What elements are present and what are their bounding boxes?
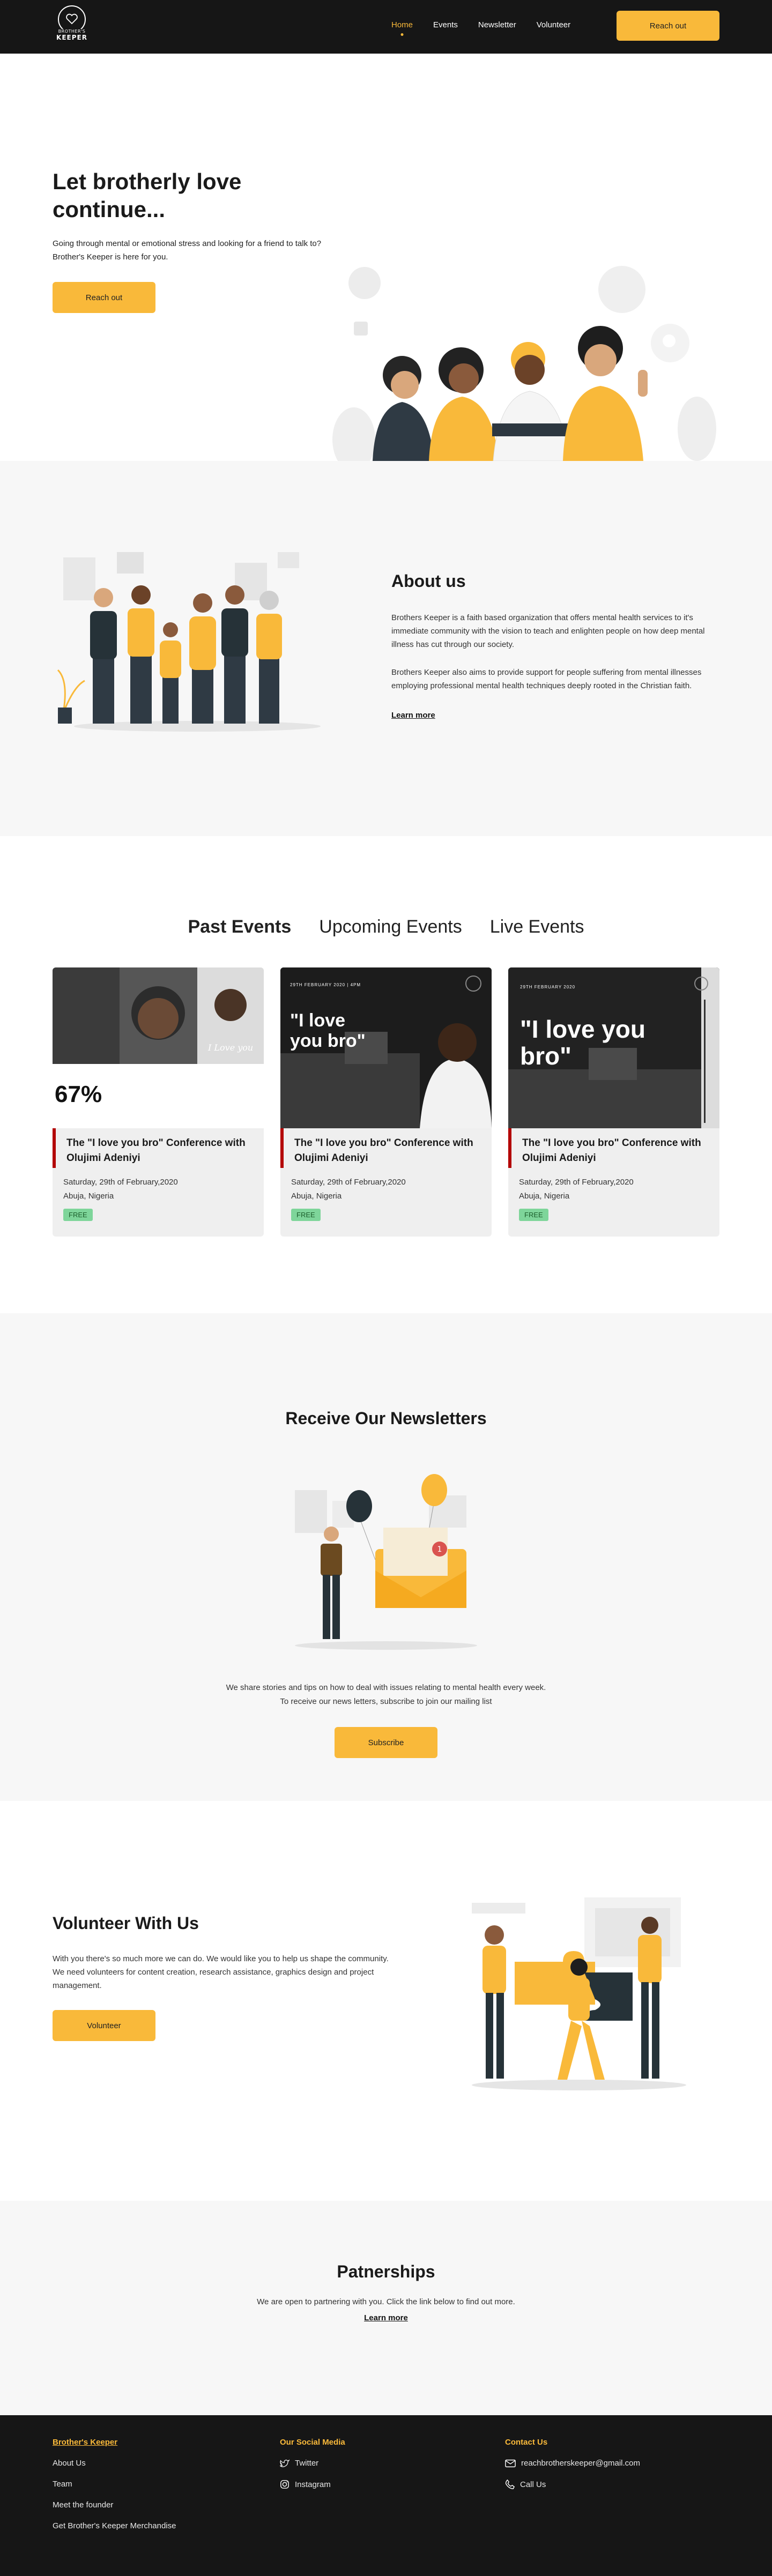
- about-paragraph-2: Brothers Keeper also aims to provide sup…: [391, 668, 702, 690]
- event-card-headline: "I love you bro": [520, 1015, 645, 1070]
- footer-instagram-link[interactable]: Instagram: [280, 2480, 345, 2489]
- mail-icon: [505, 2459, 516, 2467]
- event-card-date: Saturday, 29th of February,2020: [291, 1178, 406, 1187]
- newsletter-text-1: We share stories and tips on how to deal…: [226, 1683, 546, 1692]
- instagram-label: Instagram: [295, 2480, 331, 2489]
- footer-social-heading: Our Social Media: [280, 2438, 345, 2447]
- event-card-badge: FREE: [63, 1209, 93, 1221]
- partnerships-title: Patnerships: [337, 2262, 435, 2281]
- newsletter-title: Receive Our Newsletters: [285, 1409, 487, 1428]
- email-address: reachbrotherskeeper@gmail.com: [521, 2459, 640, 2468]
- site-footer: Brother's Keeper About Us Team Meet the …: [0, 2415, 772, 2576]
- tab-past-events[interactable]: Past Events: [188, 917, 292, 937]
- footer-link-merch[interactable]: Get Brother's Keeper Merchandise: [53, 2521, 176, 2530]
- newsletter-section: Receive Our Newsletters 1 We share stori…: [0, 1313, 772, 1801]
- about-section: About us Brothers Keeper is a faith base…: [0, 461, 772, 836]
- footer-call-link[interactable]: Call Us: [505, 2480, 640, 2489]
- footer-email-link[interactable]: reachbrotherskeeper@gmail.com: [505, 2459, 640, 2468]
- subscribe-button[interactable]: Subscribe: [335, 1727, 437, 1758]
- footer-col-brand: Brother's Keeper About Us Team Meet the …: [53, 2438, 176, 2542]
- event-card-location: Abuja, Nigeria: [291, 1192, 342, 1201]
- friends-group-illustration: [332, 266, 716, 461]
- puzzle-team-illustration: [472, 1897, 686, 2090]
- footer-twitter-link[interactable]: Twitter: [280, 2459, 345, 2468]
- hero-title: Let brotherly love continue...: [53, 169, 242, 222]
- nav-home[interactable]: Home: [391, 20, 413, 29]
- event-card[interactable]: 67% I Love you The "I love you bro" Conf…: [53, 967, 264, 1237]
- tab-upcoming-events[interactable]: Upcoming Events: [319, 917, 462, 937]
- event-card-image: 67% I Love you: [53, 967, 264, 1128]
- event-card-location: Abuja, Nigeria: [63, 1192, 114, 1201]
- event-card-image: 29TH FEBRUARY 2020 "I love you bro": [508, 967, 719, 1128]
- event-card-title: The "I love you bro" Conference with Olu…: [53, 1128, 264, 1168]
- call-us-label: Call Us: [520, 2480, 546, 2489]
- events-section: Past Events Upcoming Events Live Events …: [0, 836, 772, 1313]
- event-card[interactable]: 29TH FEBRUARY 2020 "I love you bro" The …: [508, 967, 719, 1237]
- event-card-badge: FREE: [291, 1209, 321, 1221]
- footer-col-social: Our Social Media Twitter Instagram: [280, 2438, 345, 2501]
- event-card-title: The "I love you bro" Conference with Olu…: [280, 1128, 492, 1168]
- events-tabs: Past Events Upcoming Events Live Events: [0, 917, 772, 937]
- hero-reach-out-button[interactable]: Reach out: [53, 282, 155, 313]
- partnerships-learn-more-link[interactable]: Learn more: [0, 2313, 772, 2322]
- newsletter-envelope-illustration: 1: [295, 1474, 477, 1650]
- notification-count: 1: [437, 1545, 442, 1554]
- event-card[interactable]: 29TH FEBRUARY 2020 | 4PM "I love you bro…: [280, 967, 492, 1237]
- nav-newsletter[interactable]: Newsletter: [478, 20, 516, 29]
- footer-contact-heading: Contact Us: [505, 2438, 548, 2447]
- twitter-icon: [280, 2459, 290, 2467]
- event-card-date: Saturday, 29th of February,2020: [519, 1178, 634, 1187]
- phone-icon: [505, 2480, 515, 2489]
- about-title: About us: [391, 571, 466, 591]
- footer-brand-heading: Brother's Keeper: [53, 2438, 118, 2447]
- logo-text-bottom: KEEPER: [56, 34, 87, 41]
- hero-text: Going through mental or emotional stress…: [53, 239, 322, 262]
- about-learn-more-link[interactable]: Learn more: [391, 711, 435, 720]
- volunteer-button[interactable]: Volunteer: [53, 2010, 155, 2041]
- family-illustration: [57, 552, 321, 732]
- newsletter-text-2: To receive our news letters, subscribe t…: [280, 1697, 492, 1706]
- event-card-image: 29TH FEBRUARY 2020 | 4PM "I love you bro…: [280, 967, 492, 1128]
- event-card-location: Abuja, Nigeria: [519, 1192, 570, 1201]
- footer-col-contact: Contact Us reachbrotherskeeper@gmail.com…: [505, 2438, 640, 2501]
- volunteer-text: With you there's so much more we can do.…: [53, 1954, 389, 1990]
- footer-link-team[interactable]: Team: [53, 2480, 176, 2489]
- tab-live-events[interactable]: Live Events: [490, 917, 584, 937]
- partnerships-section: Patnerships We are open to partnering wi…: [0, 2201, 772, 2415]
- event-card-title: The "I love you bro" Conference with Olu…: [508, 1128, 719, 1168]
- event-card-date-banner: 29TH FEBRUARY 2020 | 4PM: [290, 982, 361, 987]
- event-card-stat: 67%: [55, 1081, 102, 1107]
- event-card-date-banner: 29TH FEBRUARY 2020: [520, 985, 576, 989]
- brand-logo[interactable]: BROTHER'S KEEPER: [53, 5, 91, 49]
- volunteer-title: Volunteer With Us: [53, 1914, 199, 1933]
- footer-link-founder[interactable]: Meet the founder: [53, 2500, 176, 2510]
- event-card-date: Saturday, 29th of February,2020: [63, 1178, 178, 1187]
- reach-out-button[interactable]: Reach out: [617, 11, 719, 41]
- event-card-image-caption: I Love you: [208, 1043, 254, 1053]
- top-nav: BROTHER'S KEEPER Home Events Newsletter …: [0, 0, 772, 54]
- volunteer-section: Volunteer With Us With you there's so mu…: [0, 1801, 772, 2201]
- event-card-badge: FREE: [519, 1209, 548, 1221]
- about-paragraph-1: Brothers Keeper is a faith based organiz…: [391, 613, 705, 649]
- nav-events[interactable]: Events: [433, 20, 458, 29]
- event-card-headline: "I love you bro": [290, 1010, 366, 1051]
- logo-text-top: BROTHER'S: [53, 29, 91, 34]
- partnerships-text: We are open to partnering with you. Clic…: [257, 2297, 515, 2306]
- nav-links: Home Events Newsletter Volunteer: [391, 20, 591, 29]
- footer-link-about[interactable]: About Us: [53, 2459, 176, 2468]
- twitter-label: Twitter: [295, 2459, 319, 2468]
- instagram-icon: [280, 2480, 289, 2489]
- hero-section: Let brotherly love continue... Going thr…: [0, 54, 772, 461]
- nav-volunteer[interactable]: Volunteer: [537, 20, 570, 29]
